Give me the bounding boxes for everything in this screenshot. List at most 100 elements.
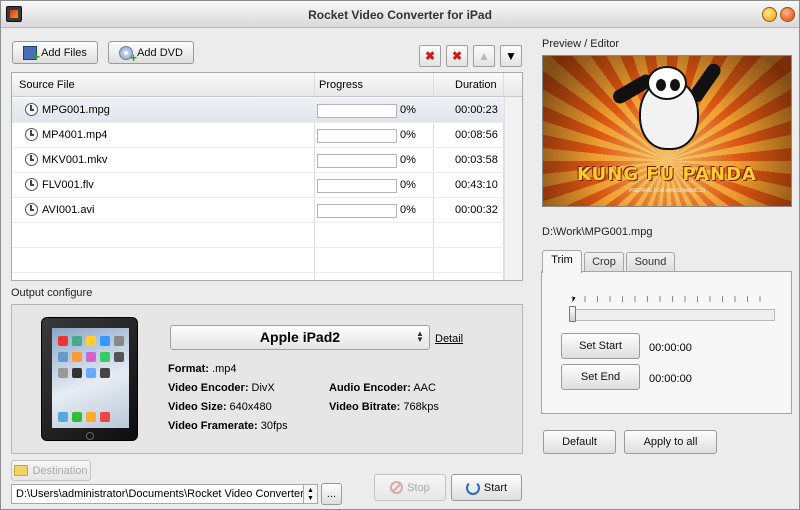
empty-row [12, 223, 504, 248]
tab-sound[interactable]: Sound [626, 252, 675, 272]
browse-button[interactable]: ... [321, 483, 342, 505]
default-button-label: Default [562, 436, 597, 448]
progress-percent: 0% [400, 104, 416, 116]
default-button[interactable]: Default [543, 430, 616, 454]
panda-eye [656, 79, 666, 91]
spec-video-size-label: Video Size: [168, 401, 227, 413]
move-down-button[interactable]: ▼ [500, 45, 522, 67]
table-header: Source File Progress Duration [12, 73, 522, 97]
spec-video-size-value: 640x480 [229, 401, 272, 413]
output-configure-label: Output configure [11, 287, 93, 299]
spin-down-icon: ▼ [307, 495, 314, 502]
spec-video-encoder-value: DivX [251, 382, 275, 394]
progress-percent: 0% [400, 129, 416, 141]
apply-to-all-label: Apply to all [643, 436, 698, 448]
progress-percent: 0% [400, 179, 416, 191]
spec-video-encoder-label: Video Encoder: [168, 382, 249, 394]
spec-video-bitrate: Video Bitrate: 768kps [329, 401, 439, 413]
spec-audio-encoder: Audio Encoder: AAC [329, 382, 436, 394]
header-source-file[interactable]: Source File [19, 79, 75, 91]
stop-button[interactable]: Stop [374, 474, 446, 501]
video-preview[interactable]: KUNG FU PANDA PREPARE FOR AWESOMENESS [542, 55, 792, 207]
table-row[interactable]: MKV001.mkv 0% 00:03:58 [12, 148, 504, 173]
set-start-button[interactable]: Set Start [561, 333, 640, 359]
add-files-label: Add Files [41, 46, 87, 59]
window-title: Rocket Video Converter for iPad [308, 8, 492, 22]
app-tile [100, 352, 110, 362]
minimize-button[interactable] [762, 7, 777, 22]
progress-bar [317, 154, 397, 168]
table-row[interactable]: FLV001.flv 0% 00:43:10 [12, 173, 504, 198]
device-profile-value: Apple iPad2 [259, 329, 341, 345]
tab-crop[interactable]: Crop [584, 252, 624, 272]
table-row[interactable]: MP4001.mp4 0% 00:08:56 [12, 123, 504, 148]
app-tile [100, 412, 110, 422]
poster-tagline: PREPARE FOR AWESOMENESS [628, 188, 706, 194]
close-button[interactable] [780, 7, 795, 22]
tab-trim[interactable]: Trim [542, 250, 582, 273]
spec-video-size: Video Size: 640x480 [168, 401, 272, 413]
spec-video-bitrate-label: Video Bitrate: [329, 401, 401, 413]
header-progress[interactable]: Progress [319, 79, 363, 91]
destination-button[interactable]: Destination [11, 460, 91, 481]
detail-link[interactable]: Detail [435, 333, 463, 345]
destination-button-label: Destination [32, 464, 88, 477]
clear-list-button[interactable]: ✖ [446, 45, 468, 67]
progress-bar [317, 204, 397, 218]
table-row[interactable]: MPG001.mpg 0% 00:00:23 [12, 98, 504, 123]
ipad-device-image [41, 317, 138, 441]
browse-button-label: ... [326, 488, 337, 500]
move-up-button[interactable]: ▲ [473, 45, 495, 67]
clock-icon [25, 178, 38, 191]
set-end-button[interactable]: Set End [561, 364, 640, 390]
table-scrollbar[interactable] [504, 97, 522, 280]
remove-file-button[interactable]: ✖ [419, 45, 441, 67]
spec-audio-encoder-value: AAC [413, 382, 436, 394]
app-tile [58, 412, 68, 422]
app-tile [100, 336, 110, 346]
spec-video-framerate: Video Framerate: 30fps [168, 420, 288, 432]
arrow-down-icon: ▼ [505, 49, 517, 63]
progress-bar [317, 129, 397, 143]
clear-list-icon: ✖ [451, 49, 463, 63]
clock-icon [25, 128, 38, 141]
start-button[interactable]: Start [451, 474, 522, 501]
trim-slider-track[interactable] [570, 309, 775, 321]
spin-up-icon: ▲ [307, 487, 314, 494]
arrow-up-icon: ▲ [478, 49, 490, 63]
app-tile [72, 412, 82, 422]
add-dvd-button[interactable]: Add DVD [108, 41, 194, 65]
spec-video-bitrate-value: 768kps [403, 401, 439, 413]
trim-slider-thumb[interactable] [569, 306, 576, 322]
device-profile-select[interactable]: Apple iPad2 ▲ ▼ [170, 325, 430, 350]
preview-editor-label: Preview / Editor [542, 38, 620, 50]
header-duration[interactable]: Duration [455, 79, 497, 91]
spec-video-framerate-value: 30fps [260, 420, 288, 432]
title-bar: Rocket Video Converter for iPad [1, 1, 799, 28]
start-button-label: Start [483, 481, 508, 494]
add-dvd-label: Add DVD [137, 46, 183, 59]
spec-format-label: Format: [168, 363, 209, 375]
table-row[interactable]: AVI001.avi 0% 00:00:32 [12, 198, 504, 223]
home-button-icon [86, 432, 94, 440]
progress-bar [317, 104, 397, 118]
app-tile [72, 336, 82, 346]
add-files-button[interactable]: Add Files [12, 41, 98, 64]
file-name: MP4001.mp4 [42, 129, 108, 141]
file-duration: 00:00:23 [455, 104, 498, 116]
poster-title: KUNG FU PANDA [577, 164, 757, 185]
app-tile [58, 368, 68, 378]
app-tile [114, 336, 124, 346]
start-time-value: 00:00:00 [649, 342, 692, 354]
apply-to-all-button[interactable]: Apply to all [624, 430, 717, 454]
destination-path-field[interactable]: D:\Users\administrator\Documents\Rocket … [11, 484, 306, 504]
spec-video-encoder: Video Encoder: DivX [168, 382, 275, 394]
file-name: AVI001.avi [42, 204, 95, 216]
file-duration: 00:03:58 [455, 154, 498, 166]
clock-icon [25, 153, 38, 166]
stop-button-label: Stop [407, 481, 430, 494]
select-arrows-icon: ▲ ▼ [416, 329, 424, 344]
file-duration: 00:00:32 [455, 204, 498, 216]
app-tile [86, 412, 96, 422]
destination-spinner[interactable]: ▲ ▼ [303, 484, 318, 504]
